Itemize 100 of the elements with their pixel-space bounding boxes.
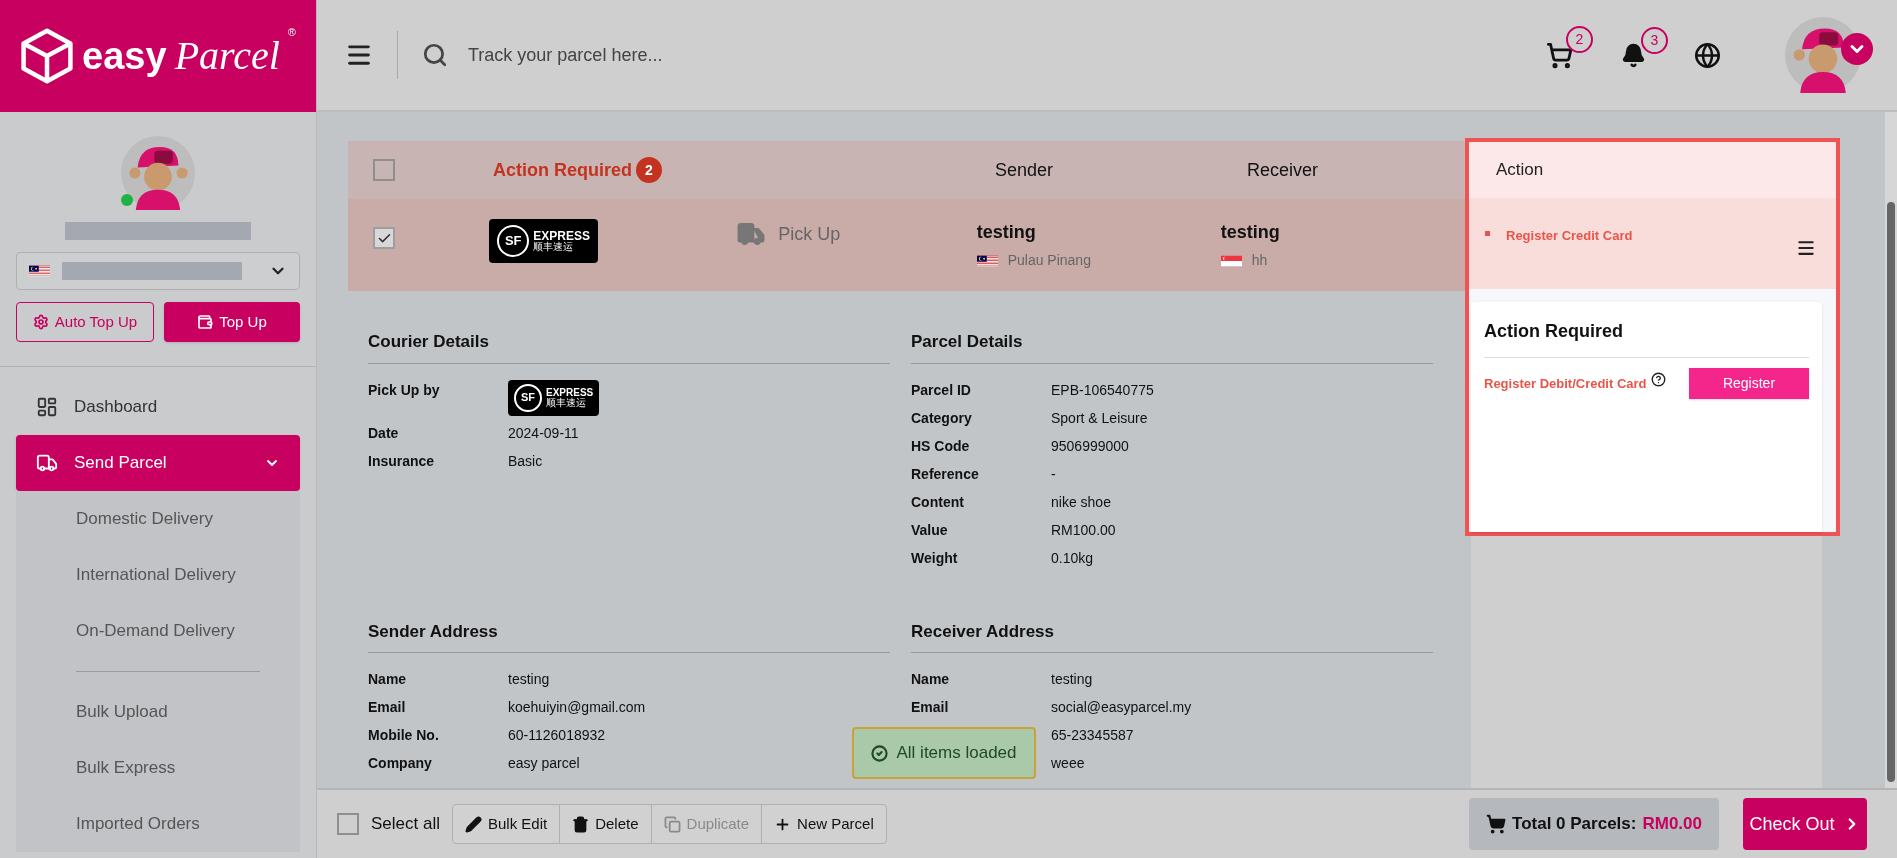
select-all-checkbox[interactable] [337, 813, 359, 835]
toolbar-button[interactable]: New Parcel [762, 805, 886, 843]
card-title: Action Required [1484, 318, 1809, 358]
field-label: Pick Up by [368, 381, 440, 398]
field-value: 65-23345587 [1051, 726, 1134, 745]
field-label: Email [368, 699, 406, 715]
submenu-item[interactable]: International Delivery [76, 547, 260, 603]
section-title: Sender Address [368, 618, 890, 653]
field-label: Insurance [368, 452, 435, 469]
column-header: Action [1496, 159, 1544, 182]
field-value: nike shoe [1051, 492, 1111, 512]
column-header: Receiver [1247, 158, 1319, 182]
top-up-button[interactable]: Top Up [164, 302, 300, 342]
field-label: Company [368, 755, 432, 771]
select-checkbox[interactable] [373, 159, 395, 181]
logo-mark: SF [497, 225, 530, 257]
trash-icon [572, 815, 590, 833]
logo-name-chinese: 顺丰速运 [533, 242, 574, 252]
top-up-button[interactable]: Auto Top Up [16, 302, 154, 342]
logo-name: EXPRESS [533, 230, 590, 242]
copy-icon [663, 815, 681, 833]
field-value: Basic [508, 451, 543, 471]
logo-name: EXPRESS [546, 387, 594, 398]
submenu-item[interactable]: Bulk Upload [76, 684, 260, 740]
field-value: RM100.00 [1051, 520, 1116, 540]
register-button[interactable]: Register [1689, 368, 1809, 399]
service-type: Pick Up [778, 223, 841, 246]
field-value: koehuiyin@gmail.com [508, 698, 646, 717]
pencil-icon [465, 815, 482, 833]
dashboard-icon [36, 396, 58, 418]
select-all-label: Select all [371, 813, 440, 836]
field-value: testing [1051, 670, 1093, 689]
wallet-icon [197, 314, 214, 330]
search-icon [422, 42, 448, 68]
logo-mark: SF [514, 383, 542, 412]
toolbar-button[interactable]: Delete [560, 805, 652, 843]
field-value: 60-1126018932 [508, 726, 606, 745]
field-value: weee [1051, 754, 1085, 773]
cart-icon [1486, 814, 1507, 834]
truck-icon [36, 452, 58, 474]
field-value: easy parcel [508, 754, 580, 773]
field-label: Content [911, 493, 964, 510]
total-label: Total 0 Parcels: [1512, 813, 1637, 836]
column-header: Sender [995, 158, 1055, 182]
nav-item[interactable]: Send Parcel [16, 435, 300, 491]
status-count: 2 [636, 157, 662, 183]
field-value: 0.10kg [1051, 548, 1094, 568]
submenu-item[interactable]: Imported Orders [76, 796, 260, 852]
field-label: Reference [911, 465, 979, 482]
field-label: Name [368, 671, 407, 687]
submenu-item[interactable]: Bulk Express [76, 740, 260, 796]
field-value: 9506999000 [1051, 436, 1129, 456]
row-checkbox[interactable] [373, 227, 395, 249]
field-value: 2024-09-11 [508, 423, 579, 443]
field-label: Mobile No. [368, 727, 439, 743]
brand-word: Parcel [174, 36, 280, 76]
box-logo-icon [20, 27, 75, 85]
submenu-item[interactable]: On-Demand Delivery [76, 603, 260, 659]
bullet-icon [1485, 231, 1490, 236]
field-value: EPB-106540775 [1051, 380, 1154, 400]
logo-name-chinese: 顺丰速运 [546, 397, 587, 408]
field-label: Email [911, 699, 949, 715]
search-field[interactable]: Track your parcel here... [468, 41, 968, 69]
toolbar-button[interactable]: Bulk Edit [453, 805, 561, 843]
field-value: social@easyparcel.my [1051, 698, 1192, 717]
flag-icon [29, 265, 50, 277]
field-label: Parcel ID [911, 381, 971, 398]
scrollbar[interactable] [1885, 112, 1897, 788]
registered-mark: ® [287, 25, 296, 40]
help-icon[interactable] [1650, 372, 1666, 387]
globe-icon[interactable] [1694, 41, 1721, 69]
flag-icon [1220, 254, 1242, 267]
field-value: Sport & Leisure [1051, 408, 1148, 428]
flag-icon [976, 254, 998, 267]
section-title: Parcel Details [911, 329, 1433, 364]
action-label: Register Debit/Credit Card [1484, 374, 1647, 393]
nav-item[interactable]: Dashboard [16, 379, 300, 435]
field-value: testing [508, 670, 550, 689]
submenu-item[interactable]: Domestic Delivery [76, 491, 260, 547]
notification-count: 3 [1641, 26, 1668, 54]
total-amount: RM0.00 [1642, 813, 1702, 836]
profile-menu-button[interactable] [1841, 33, 1873, 65]
party-location: hh [1251, 251, 1268, 270]
party-name: testing [976, 221, 1037, 244]
gear-icon [32, 314, 49, 330]
menu-icon[interactable] [1796, 238, 1816, 258]
cart-icon[interactable] [1546, 41, 1573, 69]
bell-icon[interactable] [1621, 42, 1646, 68]
checkout-button[interactable]: Check Out [1743, 798, 1867, 850]
party-location: Pulau Pinang [1007, 251, 1091, 270]
field-label: Date [368, 424, 399, 441]
check-circle-icon [871, 744, 889, 762]
brand-logo[interactable]: easy Parcel ® [0, 0, 316, 112]
field-label: HS Code [911, 437, 970, 454]
action-item[interactable]: Register Credit Card [1506, 226, 1633, 246]
brand-word: easy [82, 37, 167, 75]
field-value: - [1051, 464, 1056, 484]
field-label: Value [911, 521, 948, 538]
field-label: Category [911, 409, 972, 426]
party-name: testing [1220, 221, 1281, 244]
